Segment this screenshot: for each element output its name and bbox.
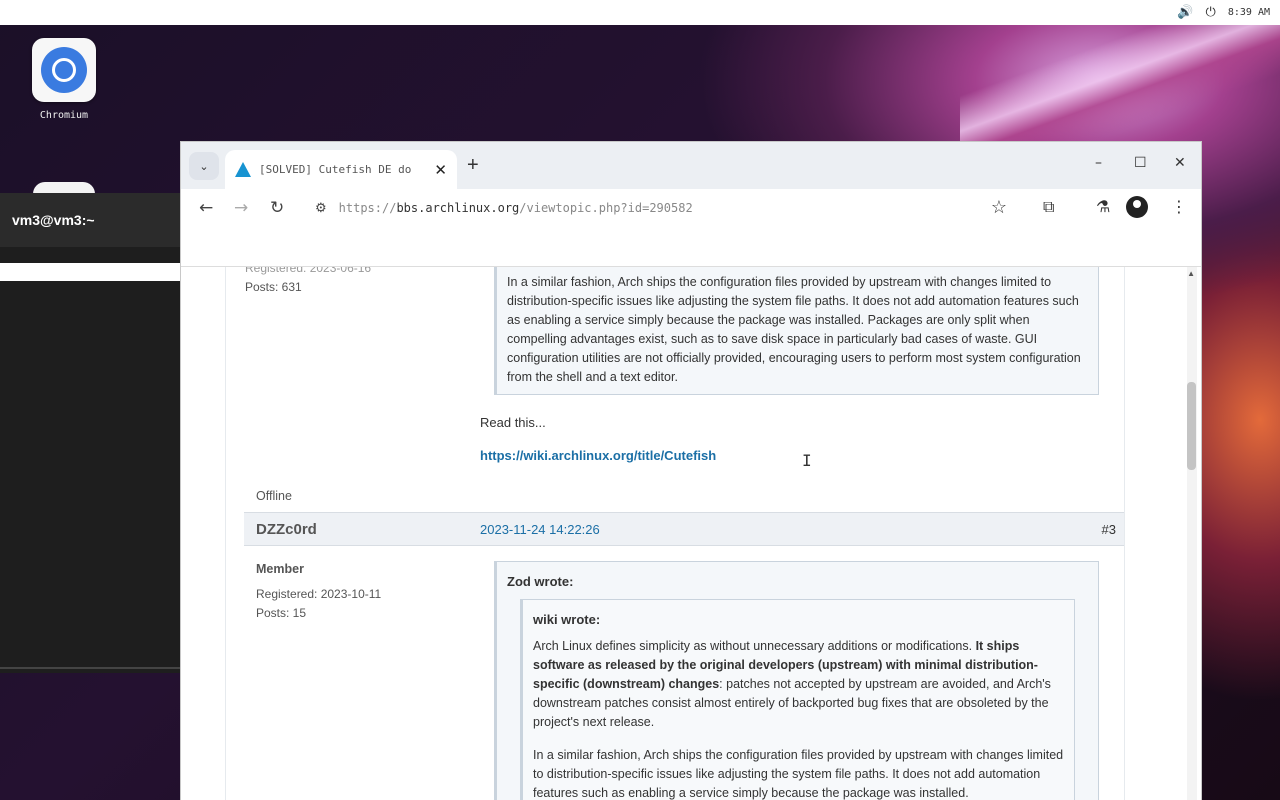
post3-user-info: Member Registered: 2023-10-11 Posts: 15 — [256, 560, 381, 623]
post2-quote: In a similar fashion, Arch ships the con… — [494, 267, 1099, 395]
inner-quote-paragraph-1: Arch Linux defines simplicity as without… — [533, 639, 1051, 729]
terminal-strip — [0, 263, 180, 281]
scrollbar-thumb[interactable] — [1187, 382, 1196, 470]
forward-button[interactable]: → — [234, 198, 248, 218]
power-icon[interactable]: ⏻ — [1206, 5, 1216, 20]
terminal-titlebar[interactable]: vm3@vm3:~ — [0, 193, 180, 247]
post3-role: Member — [256, 562, 304, 576]
close-window-button[interactable]: ✕ — [1174, 155, 1186, 171]
desktop-icon-label: Chromium — [39, 110, 89, 121]
text-cursor-icon: I — [802, 451, 812, 470]
page-scrollbar[interactable] — [1187, 267, 1197, 800]
scroll-up-arrow-icon[interactable]: ▲ — [1187, 269, 1195, 278]
outer-quote-title: Zod wrote: — [507, 574, 574, 589]
desktop-icon-chromium[interactable]: Chromium — [30, 38, 98, 121]
post3-date[interactable]: 2023-11-24 14:22:26 — [480, 522, 600, 537]
tab-strip: ⌄ [SOLVED] Cutefish DE do ✕ + – ☐ ✕ — [181, 142, 1201, 189]
chromium-icon[interactable] — [32, 38, 96, 102]
wallpaper-streak — [960, 25, 1280, 145]
url-text[interactable]: https://bbs.archlinux.org/viewtopic.php?… — [339, 201, 693, 215]
back-button[interactable]: ← — [199, 198, 213, 218]
address-bar[interactable]: ⚙ https://bbs.archlinux.org/viewtopic.ph… — [301, 193, 1017, 223]
post2-user-info: Registered: 2023-06-16 Posts: 631 — [245, 267, 463, 297]
terminal-title: vm3@vm3:~ — [12, 212, 95, 228]
inner-quote-title: wiki wrote: — [533, 612, 601, 627]
post2-registered: Registered: 2023-06-16 — [245, 267, 372, 275]
terminal-window[interactable]: vm3@vm3:~ — [0, 193, 180, 673]
post3-posts: Posts: 15 — [256, 606, 307, 620]
browser-toolbar: ← → ↻ ⚙ https://bbs.archlinux.org/viewto… — [181, 189, 1201, 227]
post3-inner-quote: wiki wrote: Arch Linux defines simplicit… — [520, 599, 1075, 800]
top-panel: 🔊 ⏻ 8:39 AM — [0, 0, 1280, 25]
post3-registered: Registered: 2023-10-11 — [256, 587, 382, 601]
inner-quote-paragraph-2: In a similar fashion, Arch ships the con… — [533, 748, 1064, 800]
post3-number[interactable]: #3 — [1102, 522, 1116, 537]
post3-author[interactable]: DZZc0rd — [256, 521, 317, 538]
volume-icon[interactable]: 🔊 — [1177, 5, 1193, 20]
tab-close-icon[interactable]: ✕ — [434, 161, 447, 179]
tab-active[interactable]: [SOLVED] Cutefish DE do ✕ — [225, 150, 457, 189]
tab-title: [SOLVED] Cutefish DE do — [259, 163, 412, 176]
new-tab-button[interactable]: + — [467, 154, 479, 177]
post2-read-this: Read this... — [480, 415, 546, 430]
labs-icon[interactable]: ⚗ — [1096, 197, 1110, 216]
profile-avatar[interactable] — [1126, 196, 1148, 218]
site-info-icon[interactable]: ⚙ — [315, 200, 327, 216]
bookmark-bar — [181, 227, 1201, 267]
minimize-button[interactable]: – — [1095, 155, 1102, 171]
clock[interactable]: 8:39 AM — [1228, 7, 1270, 18]
post3-header: DZZc0rd 2023-11-24 14:22:26 #3 — [244, 512, 1124, 546]
browser-window[interactable]: ⌄ [SOLVED] Cutefish DE do ✕ + – ☐ ✕ ← → … — [180, 141, 1202, 800]
page-viewport[interactable]: Registered: 2023-06-16 Posts: 631 In a s… — [181, 267, 1201, 800]
post2-status: Offline — [256, 489, 292, 503]
extensions-icon[interactable]: ⧉ — [1043, 197, 1054, 217]
menu-icon[interactable]: ⋮ — [1171, 197, 1187, 216]
post2-quote-text: In a similar fashion, Arch ships the con… — [507, 275, 1081, 384]
post2-wiki-link[interactable]: https://wiki.archlinux.org/title/Cutefis… — [480, 448, 716, 463]
terminal-body[interactable] — [0, 281, 180, 669]
arch-logo-icon — [235, 162, 251, 177]
maximize-button[interactable]: ☐ — [1134, 155, 1147, 171]
tab-search-button[interactable]: ⌄ — [189, 152, 219, 180]
bookmark-star-icon[interactable]: ☆ — [991, 197, 1007, 218]
reload-button[interactable]: ↻ — [270, 198, 284, 218]
post2-posts: Posts: 631 — [245, 280, 302, 294]
